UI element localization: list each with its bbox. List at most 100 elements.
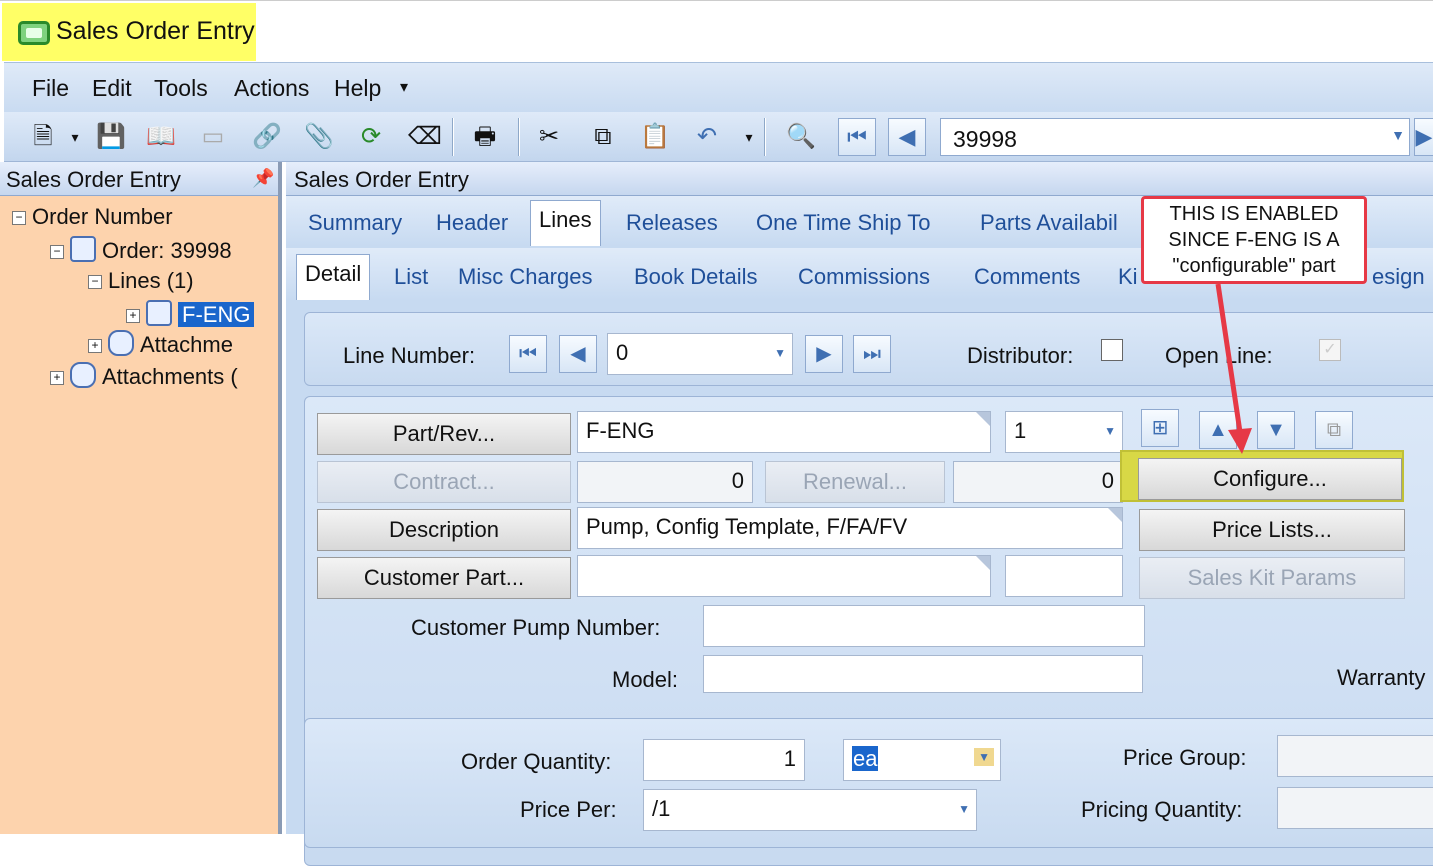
binoculars-icon[interactable]: 🔍 <box>786 122 816 152</box>
distributor-checkbox[interactable] <box>1101 339 1123 361</box>
quantity-group: Order Quantity: 1 ea ▼ Price Group: Pric… <box>304 718 1433 848</box>
subtab-book-details[interactable]: Book Details <box>634 264 758 290</box>
renewal-button[interactable]: Renewal... <box>765 461 945 503</box>
line-number-label: Line Number: <box>343 343 476 368</box>
pin-icon[interactable]: 📌 <box>252 168 274 189</box>
tree-item-part[interactable]: + F-ENG <box>126 300 255 330</box>
record-value: 39998 <box>953 126 1017 152</box>
subtab-list[interactable]: List <box>394 264 428 290</box>
menu-file[interactable]: File <box>32 75 69 102</box>
tab-one-time-ship-to[interactable]: One Time Ship To <box>756 210 930 236</box>
chevron-down-icon[interactable]: ▼ <box>1104 424 1116 438</box>
model-label: Model: <box>612 667 679 692</box>
part-number-field[interactable]: F-ENG <box>577 411 991 453</box>
tree-panel-header: Sales Order Entry 📌 <box>0 162 278 196</box>
cut-icon[interactable]: ✂ <box>534 122 564 152</box>
next-line-button[interactable]: ▶ <box>805 335 843 373</box>
customer-part-button[interactable]: Customer Part... <box>317 557 571 599</box>
tab-parts-availability[interactable]: Parts Availabil <box>980 210 1118 236</box>
sales-kit-params-button[interactable]: Sales Kit Params <box>1139 557 1405 599</box>
subtab-comments[interactable]: Comments <box>974 264 1080 290</box>
menu-tools[interactable]: Tools <box>154 75 208 102</box>
price-lists-button[interactable]: Price Lists... <box>1139 509 1405 551</box>
subtab-detail[interactable]: Detail <box>296 254 371 300</box>
undo-dropdown-icon[interactable]: ▾ <box>734 122 764 152</box>
previous-record-button[interactable]: ◀ <box>888 118 926 156</box>
save-icon[interactable]: 💾 <box>96 122 126 152</box>
expand-icon[interactable]: + <box>126 309 140 323</box>
eraser-icon[interactable]: ⌫ <box>408 122 442 152</box>
tab-summary[interactable]: Summary <box>308 210 402 236</box>
customer-pump-number-field[interactable] <box>703 605 1145 647</box>
collapse-icon[interactable]: − <box>12 211 26 225</box>
description-field[interactable]: Pump, Config Template, F/FA/FV <box>577 507 1123 549</box>
tree-item-attachments-order[interactable]: + Attachments ( <box>50 362 238 392</box>
chevron-down-icon[interactable]: ▼ <box>958 802 970 816</box>
menu-overflow-icon[interactable]: ▾ <box>400 77 408 97</box>
subtab-design[interactable]: esign <box>1372 264 1425 290</box>
first-line-button[interactable]: ⏮ <box>509 335 547 373</box>
chevron-down-icon[interactable]: ▼ <box>1391 127 1405 143</box>
tree-item-attachments-line[interactable]: + Attachme <box>88 330 233 360</box>
expand-icon[interactable]: + <box>88 339 102 353</box>
line-number-select[interactable]: 0 ▼ <box>607 333 793 375</box>
tree-item-lines[interactable]: − Lines (1) <box>88 268 194 298</box>
paste-icon[interactable]: 📋 <box>640 122 670 152</box>
menu-edit[interactable]: Edit <box>92 75 132 102</box>
app-icon <box>18 21 50 45</box>
tab-releases[interactable]: Releases <box>626 210 718 236</box>
chevron-down-icon[interactable]: ▼ <box>974 748 994 766</box>
first-record-button[interactable]: ⏮ <box>838 118 876 156</box>
distributor-label: Distributor: <box>967 343 1074 368</box>
tab-lines[interactable]: Lines <box>530 200 601 246</box>
order-quantity-field[interactable]: 1 <box>643 739 805 781</box>
copy-icon[interactable]: ⧉ <box>588 122 618 152</box>
subtab-misc-charges[interactable]: Misc Charges <box>458 264 592 290</box>
contract-button[interactable]: Contract... <box>317 461 571 503</box>
description-button[interactable]: Description <box>317 509 571 551</box>
expand-icon[interactable]: + <box>50 371 64 385</box>
subtab-commissions[interactable]: Commissions <box>798 264 930 290</box>
collapse-icon[interactable]: − <box>50 245 64 259</box>
blank-icon[interactable]: ▭ <box>198 122 228 152</box>
new-dropdown-icon[interactable]: ▾ <box>60 122 90 152</box>
undo-icon[interactable]: ↶ <box>692 122 722 152</box>
attachment-icon[interactable]: 📎 <box>304 122 334 152</box>
chevron-down-icon[interactable]: ▼ <box>774 346 786 360</box>
contract-field[interactable]: 0 <box>577 461 753 503</box>
model-field[interactable] <box>703 655 1143 693</box>
collapse-icon[interactable]: − <box>88 275 102 289</box>
uom-select[interactable]: ea ▼ <box>843 739 1001 781</box>
document-icon <box>70 236 96 262</box>
customer-part-rev-field[interactable] <box>1005 555 1123 597</box>
next-record-button[interactable]: ▶ <box>1414 118 1433 156</box>
pricing-quantity-field[interactable] <box>1277 787 1433 829</box>
renewal-field[interactable]: 0 <box>953 461 1123 503</box>
record-selector[interactable]: 39998 ▼ <box>940 118 1410 156</box>
price-per-select[interactable]: /1 ▼ <box>643 789 977 831</box>
refresh-icon[interactable]: ⟳ <box>356 122 386 152</box>
revision-select[interactable]: 1 ▼ <box>1005 411 1123 453</box>
move-down-icon[interactable]: ▼ <box>1257 411 1295 449</box>
configure-button[interactable]: Configure... <box>1138 458 1402 500</box>
link-icon[interactable]: 🔗 <box>252 122 282 152</box>
customer-part-field[interactable] <box>577 555 991 597</box>
part-rev-button[interactable]: Part/Rev... <box>317 413 571 455</box>
tree-item-order-number[interactable]: − Order Number <box>12 204 173 234</box>
open-book-icon[interactable]: 📖 <box>146 122 176 152</box>
menu-actions[interactable]: Actions <box>234 75 309 102</box>
open-line-checkbox[interactable]: ✓ <box>1319 339 1341 361</box>
tab-header[interactable]: Header <box>436 210 508 236</box>
part-lookup-icon[interactable]: ⊞ <box>1141 409 1179 447</box>
window-title: Sales Order Entry <box>56 17 255 45</box>
callout-line-3: "configurable" part <box>1172 255 1336 277</box>
price-group-field[interactable] <box>1277 735 1433 777</box>
last-line-button[interactable]: ⏭ <box>853 335 891 373</box>
subtab-kit[interactable]: Ki <box>1118 264 1138 290</box>
menu-help[interactable]: Help <box>334 75 381 102</box>
new-icon[interactable]: 🗎 <box>28 122 58 152</box>
tree-item-order[interactable]: − Order: 39998 <box>50 236 232 266</box>
windows-icon[interactable]: ⧉ <box>1315 411 1353 449</box>
print-icon[interactable]: 🖶 <box>470 122 500 152</box>
previous-line-button[interactable]: ◀ <box>559 335 597 373</box>
